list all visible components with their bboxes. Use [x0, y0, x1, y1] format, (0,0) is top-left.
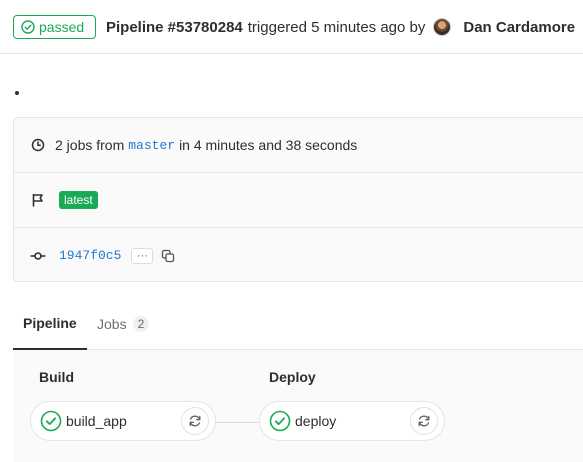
- check-circle-icon: [21, 20, 35, 34]
- clock-icon: [30, 137, 46, 153]
- status-badge[interactable]: passed: [13, 15, 96, 39]
- expand-commit-button[interactable]: ···: [131, 247, 154, 264]
- latest-badge: latest: [59, 191, 98, 209]
- stage-title-build: Build: [39, 369, 74, 385]
- retry-button[interactable]: [410, 407, 438, 435]
- triggered-text: triggered 5 minutes ago by: [247, 18, 426, 36]
- status-label: passed: [39, 19, 85, 35]
- job-name: build_app: [66, 413, 127, 429]
- bullet-dot: [15, 91, 19, 95]
- badges-row: latest: [14, 173, 583, 228]
- job-deploy[interactable]: deploy: [259, 401, 445, 441]
- job-build-app[interactable]: build_app: [30, 401, 216, 441]
- author-link[interactable]: Dan Cardamore: [463, 19, 575, 36]
- job-name: deploy: [295, 413, 337, 429]
- commit-sha-link[interactable]: 1947f0c5: [59, 248, 121, 263]
- avatar[interactable]: [433, 18, 452, 36]
- retry-icon: [189, 415, 201, 427]
- success-icon: [269, 410, 291, 432]
- jobs-count-text: 2 jobs from: [55, 137, 125, 153]
- pipeline-header: passed Pipeline #53780284 triggered 5 mi…: [0, 0, 583, 54]
- retry-icon: [418, 415, 430, 427]
- flag-icon: [30, 192, 46, 208]
- pipeline-id: Pipeline #53780284: [106, 18, 243, 36]
- stage-title-deploy: Deploy: [269, 369, 316, 385]
- pipeline-info-box: 2 jobs from master in 4 minutes and 38 s…: [13, 117, 583, 282]
- pipeline-tabs: Pipeline Jobs 2: [13, 297, 583, 350]
- commit-row: 1947f0c5 ···: [14, 228, 583, 283]
- branch-link[interactable]: master: [128, 138, 175, 153]
- jobs-count-badge: 2: [132, 315, 150, 332]
- duration-row: 2 jobs from master in 4 minutes and 38 s…: [14, 118, 583, 173]
- success-icon: [40, 410, 62, 432]
- commit-icon: [30, 248, 46, 264]
- retry-button[interactable]: [181, 407, 209, 435]
- stage-connector: [215, 422, 259, 423]
- tab-jobs-label: Jobs: [97, 315, 127, 332]
- pipeline-title: Pipeline #53780284 triggered 5 minutes a…: [106, 17, 575, 37]
- duration-text: in 4 minutes and 38 seconds: [179, 137, 358, 153]
- pipeline-graph: Build Deploy build_app deploy: [13, 350, 583, 462]
- copy-icon[interactable]: [161, 249, 175, 263]
- tab-pipeline[interactable]: Pipeline: [13, 297, 87, 350]
- tab-pipeline-label: Pipeline: [23, 314, 77, 331]
- tab-jobs[interactable]: Jobs 2: [97, 297, 150, 350]
